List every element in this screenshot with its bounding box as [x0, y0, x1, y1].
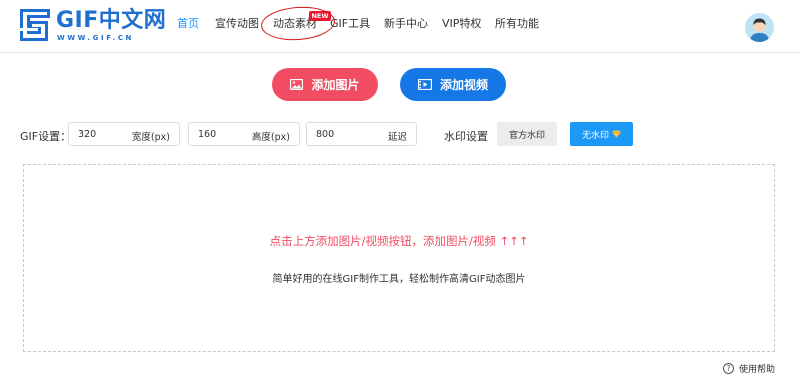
- delay-unit: 延迟: [387, 132, 407, 143]
- delay-value: 800: [316, 129, 335, 140]
- height-value: 160: [198, 129, 217, 140]
- width-value: 320: [78, 129, 97, 140]
- diamond-icon: [612, 130, 621, 138]
- official-watermark-button[interactable]: 官方水印: [497, 122, 557, 146]
- watermark-settings-label: 水印设置: [444, 130, 488, 143]
- width-unit: 宽度(px): [131, 132, 170, 143]
- help-icon: ?: [723, 363, 734, 374]
- avatar-icon: [745, 13, 774, 42]
- width-field[interactable]: 320 宽度(px): [68, 122, 180, 146]
- height-field[interactable]: 160 高度(px): [188, 122, 300, 146]
- no-watermark-button[interactable]: 无水印: [570, 122, 633, 146]
- site-logo[interactable]: GIF中文网 WWW.GIF.CN: [20, 9, 166, 45]
- add-image-label: 添加图片: [311, 78, 360, 92]
- help-label: 使用帮助: [739, 365, 776, 375]
- add-image-button[interactable]: 添加图片: [272, 68, 378, 101]
- upload-dropzone[interactable]: 点击上方添加图片/视频按钮，添加图片/视频 ↑↑↑ 简单好用的在线GIF制作工具…: [23, 164, 775, 352]
- logo-mark-icon: [20, 9, 50, 41]
- logo-subtitle: WWW.GIF.CN: [57, 34, 135, 42]
- gif-settings-label: GIF设置：: [20, 130, 72, 143]
- new-badge: NEW: [309, 11, 331, 21]
- no-watermark-label: 无水印: [581, 130, 609, 141]
- dropzone-hint: 点击上方添加图片/视频按钮，添加图片/视频 ↑↑↑: [269, 234, 529, 248]
- delay-field[interactable]: 800 延迟: [306, 122, 417, 146]
- add-video-label: 添加视频: [439, 78, 488, 92]
- add-video-button[interactable]: 添加视频: [400, 68, 506, 101]
- nav-item-gif-tools[interactable]: GIF工具: [330, 17, 370, 31]
- height-unit: 高度(px): [251, 132, 290, 143]
- video-icon: [417, 79, 432, 90]
- nav-item-vip[interactable]: VIP特权: [442, 17, 481, 31]
- dropzone-description: 简单好用的在线GIF制作工具，轻松制作高清GIF动态图片: [272, 274, 526, 285]
- nav-item-beginner-center[interactable]: 新手中心: [384, 17, 428, 31]
- nav-item-home[interactable]: 首页: [177, 17, 199, 31]
- help-link[interactable]: ? 使用帮助: [723, 362, 775, 375]
- image-icon: [290, 79, 304, 90]
- logo-title: GIF中文网: [56, 8, 167, 33]
- top-header: GIF中文网 WWW.GIF.CN 首页 宣传动图 动态素材 NEW GIF工具…: [0, 0, 800, 53]
- nav-item-all-features[interactable]: 所有功能: [495, 17, 539, 31]
- nav-item-promo-gif[interactable]: 宣传动图: [215, 17, 259, 31]
- user-avatar[interactable]: [745, 13, 774, 42]
